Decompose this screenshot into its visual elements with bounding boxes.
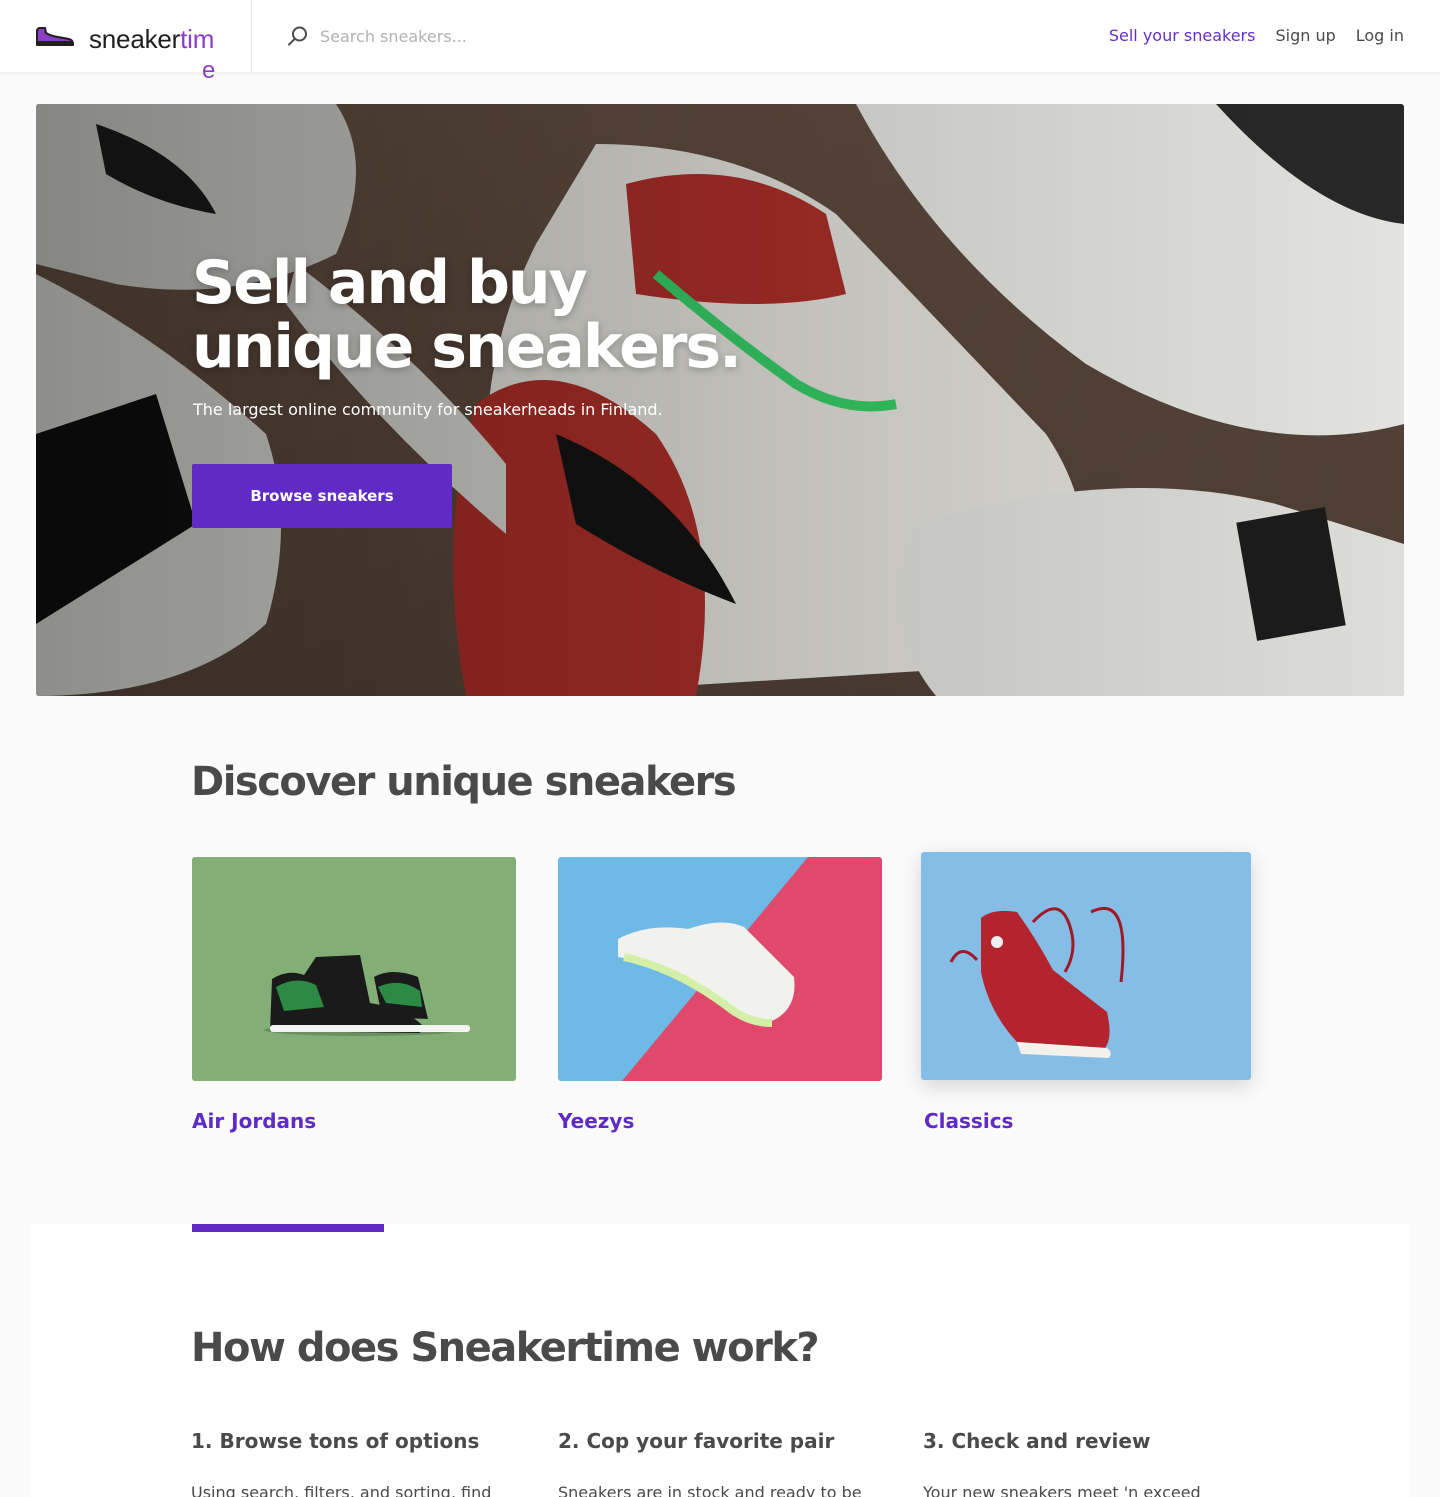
category-card-air-jordans[interactable]: Air Jordans bbox=[192, 857, 516, 1133]
category-label-air-jordans: Air Jordans bbox=[192, 1109, 317, 1133]
hero-subtitle: The largest online community for sneaker… bbox=[193, 400, 663, 419]
logo-link[interactable]: sneakertim e bbox=[0, 0, 252, 84]
section-accent-bar bbox=[192, 1224, 384, 1232]
top-nav: Sell your sneakers Sign up Log in bbox=[1109, 24, 1404, 48]
category-label-yeezys: Yeezys bbox=[558, 1109, 635, 1133]
sell-sneakers-link[interactable]: Sell your sneakers bbox=[1109, 24, 1256, 48]
how-it-works-heading: How does Sneakertime work? bbox=[191, 1325, 820, 1371]
category-card-yeezys[interactable]: Yeezys bbox=[558, 857, 882, 1133]
step-title: 1. Browse tons of options bbox=[191, 1429, 480, 1453]
search-bar bbox=[286, 22, 786, 50]
category-card-classics[interactable]: Classics bbox=[921, 852, 1251, 1133]
top-bar: sneakertim e Sell your sneakers Sign up … bbox=[0, 0, 1440, 84]
step-title: 3. Check and review bbox=[923, 1429, 1151, 1453]
classics-image bbox=[921, 852, 1251, 1080]
hero-section: Sell and buy unique sneakers. The larges… bbox=[36, 104, 1404, 696]
browse-sneakers-button[interactable]: Browse sneakers bbox=[192, 464, 452, 528]
how-it-works-section: How does Sneakertime work? 1. Browse ton… bbox=[30, 1224, 1410, 1497]
hero-heading-line1: Sell and buy bbox=[192, 248, 588, 318]
step-title: 2. Cop your favorite pair bbox=[558, 1429, 835, 1453]
log-in-link[interactable]: Log in bbox=[1356, 24, 1404, 48]
step-text: Using search, filters, and sorting, find bbox=[191, 1483, 492, 1497]
discover-heading: Discover unique sneakers bbox=[191, 759, 737, 805]
step-review: 3. Check and review Your new sneakers me… bbox=[923, 1425, 1263, 1497]
search-input[interactable] bbox=[320, 22, 760, 50]
step-text: Sneakers are in stock and ready to be bbox=[558, 1483, 862, 1497]
hero-heading: Sell and buy unique sneakers. bbox=[192, 251, 892, 379]
logo-text-wrap: e bbox=[202, 57, 216, 84]
step-cop: 2. Cop your favorite pair Sneakers are i… bbox=[558, 1425, 898, 1497]
search-icon bbox=[288, 26, 307, 46]
sneaker-logo-icon bbox=[36, 27, 74, 46]
step-text: Your new sneakers meet 'n exceed bbox=[923, 1483, 1201, 1497]
logo-text: sneakertim bbox=[89, 24, 215, 54]
hero-heading-line2: unique sneakers. bbox=[192, 312, 742, 382]
category-label-classics: Classics bbox=[924, 1109, 1014, 1133]
air-jordans-image bbox=[192, 857, 516, 1081]
yeezys-image bbox=[558, 857, 882, 1081]
sign-up-link[interactable]: Sign up bbox=[1275, 24, 1335, 48]
step-browse: 1. Browse tons of options Using search, … bbox=[191, 1425, 531, 1497]
